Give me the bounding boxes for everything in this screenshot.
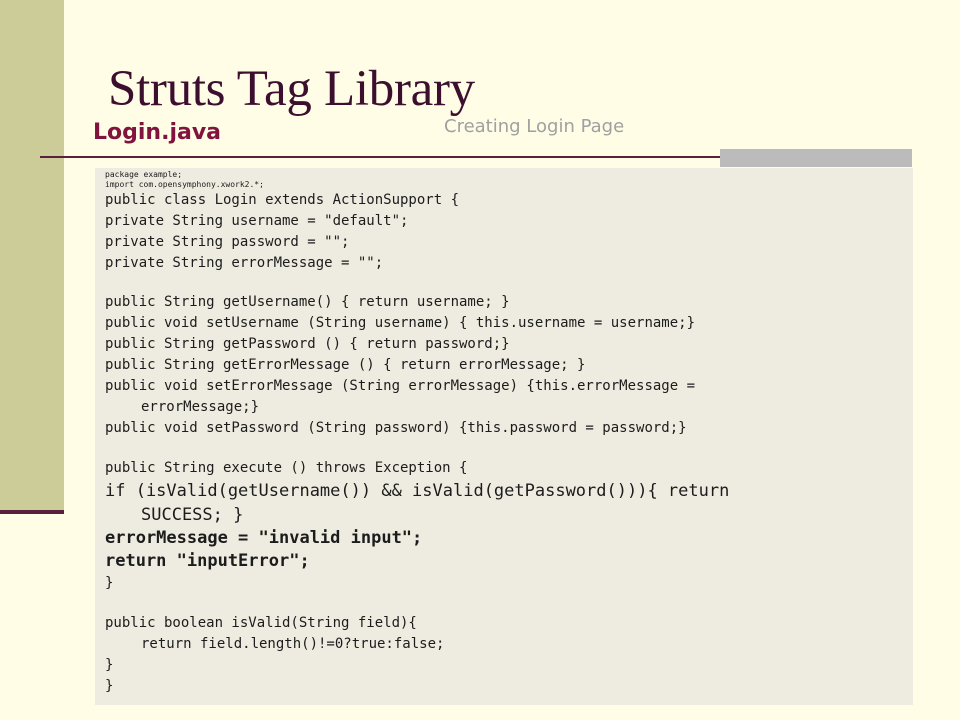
code-line-continued: errorMessage;} [141,399,260,415]
code-gap [105,274,900,292]
code-gap [105,594,900,613]
code-line: } [105,575,114,591]
code-line: return "inputError"; [105,551,310,571]
code-line: public void setUsername (String username… [105,315,696,331]
code-line: public class Login extends ActionSupport… [105,192,460,208]
code-line: public String getPassword () { return pa… [105,336,510,352]
code-line: public void setPassword (String password… [105,420,687,436]
code-line: errorMessage = "invalid input"; [105,528,423,548]
code-line: public String execute () throws Exceptio… [105,460,468,476]
code-line-continued: SUCCESS; } [141,505,244,525]
code-line: private String password = ""; [105,234,350,250]
code-line: private String errorMessage = ""; [105,255,384,271]
code-line: } [105,678,114,694]
code-line: public boolean isValid(String field){ [105,615,417,631]
code-line: if (isValid(getUsername()) && isValid(ge… [105,481,730,501]
code-line: package example; [105,170,183,179]
divider-accent-block [720,149,912,167]
slide-title: Struts Tag Library [108,61,475,117]
code-gap [105,439,900,458]
code-line: return field.length()!=0?true:false; [141,636,445,652]
code-listing: package example; import com.opensymphony… [105,170,900,697]
code-line: public String getUsername() { return use… [105,294,510,310]
section-note: Creating Login Page [444,116,625,137]
code-line: private String username = "default"; [105,213,409,229]
code-line: public String getErrorMessage () { retur… [105,357,586,373]
left-accent-bar [0,0,64,512]
code-line: public void setErrorMessage (String erro… [105,378,696,394]
slide-subtitle: Login.java [93,120,222,145]
left-accent-line [0,510,64,514]
code-line: import com.opensymphony.xwork2.*; [105,180,264,189]
code-line: } [105,657,114,673]
